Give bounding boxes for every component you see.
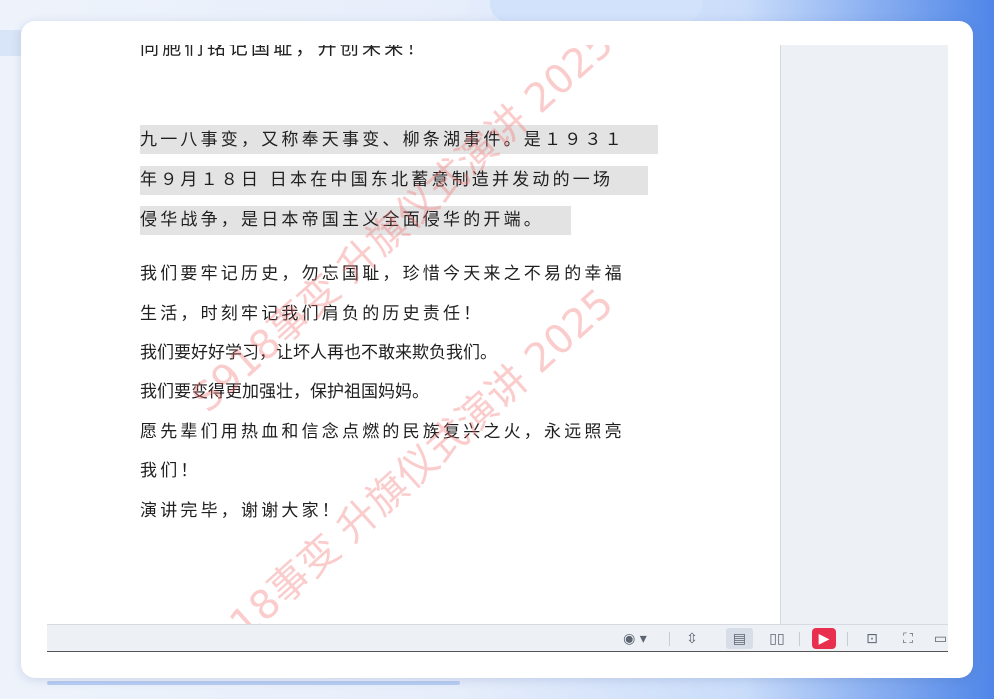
statusbar-bottom-border <box>47 651 948 652</box>
page-divider <box>780 45 781 624</box>
actual-size-icon[interactable]: ⊡ <box>859 628 885 649</box>
body-line: 我们要牢记历史，勿忘国耻，珍惜今天来之不易的幸福 <box>140 264 625 284</box>
highlighted-line: 年９月１８日 日本在中国东北蓄意制造并发动的一场 <box>140 170 614 190</box>
document-page[interactable]: 同胞们铭记国耻，开创未来！ 九一八事变，又称奉天事变、柳条湖事件。是１９３１ 年… <box>47 45 780 624</box>
highlighted-line: 九一八事变，又称奉天事变、柳条湖事件。是１９３１ <box>140 130 625 150</box>
body-line: 生活，时刻牢记我们肩负的历史责任！ <box>140 304 484 324</box>
body-line: 我们要好好学习，让坏人再也不敢来欺负我们。 <box>140 343 497 363</box>
statusbar-separator <box>669 632 670 646</box>
partial-top-line: 同胞们铭记国耻，开创未来！ <box>140 45 429 59</box>
play-slideshow-icon[interactable]: ▶ <box>812 628 836 649</box>
statusbar-separator <box>799 632 800 646</box>
preview-card: 同胞们铭记国耻，开创未来！ 九一八事变，又称奉天事变、柳条湖事件。是１９３１ 年… <box>21 21 973 678</box>
background-scroll-indicator <box>47 681 460 685</box>
body-line: 愿先辈们用热血和信念点燃的民族复兴之火，永远照亮 <box>140 422 625 442</box>
single-page-view-icon[interactable]: ▤ <box>726 628 753 649</box>
watermark-text: S918事变 升旗仪式演讲 2025 <box>183 280 623 624</box>
comment-icon[interactable]: ▭ <box>933 628 948 649</box>
page-fit-icon[interactable]: ⇳ <box>680 628 704 649</box>
highlighted-line: 侵华战争，是日本帝国主义全面侵华的开端。 <box>140 210 544 230</box>
fullscreen-icon[interactable]: ⛶ <box>895 628 921 649</box>
eye-protection-icon[interactable]: ◉ ▾ <box>617 628 653 649</box>
viewer-statusbar: ◉ ▾ ⇳ ▤ ▯▯ ▶ ⊡ ⛶ ▭ <box>47 624 948 652</box>
document-viewer: 同胞们铭记国耻，开创未来！ 九一八事变，又称奉天事变、柳条湖事件。是１９３１ 年… <box>47 45 948 652</box>
two-page-view-icon[interactable]: ▯▯ <box>763 628 791 649</box>
background-tab-shape <box>490 0 702 22</box>
body-line: 演讲完毕，谢谢大家！ <box>140 501 342 521</box>
body-line: 我们要变得更加强壮，保护祖国妈妈。 <box>140 382 429 402</box>
body-line: 我们！ <box>140 461 201 481</box>
statusbar-separator <box>847 632 848 646</box>
